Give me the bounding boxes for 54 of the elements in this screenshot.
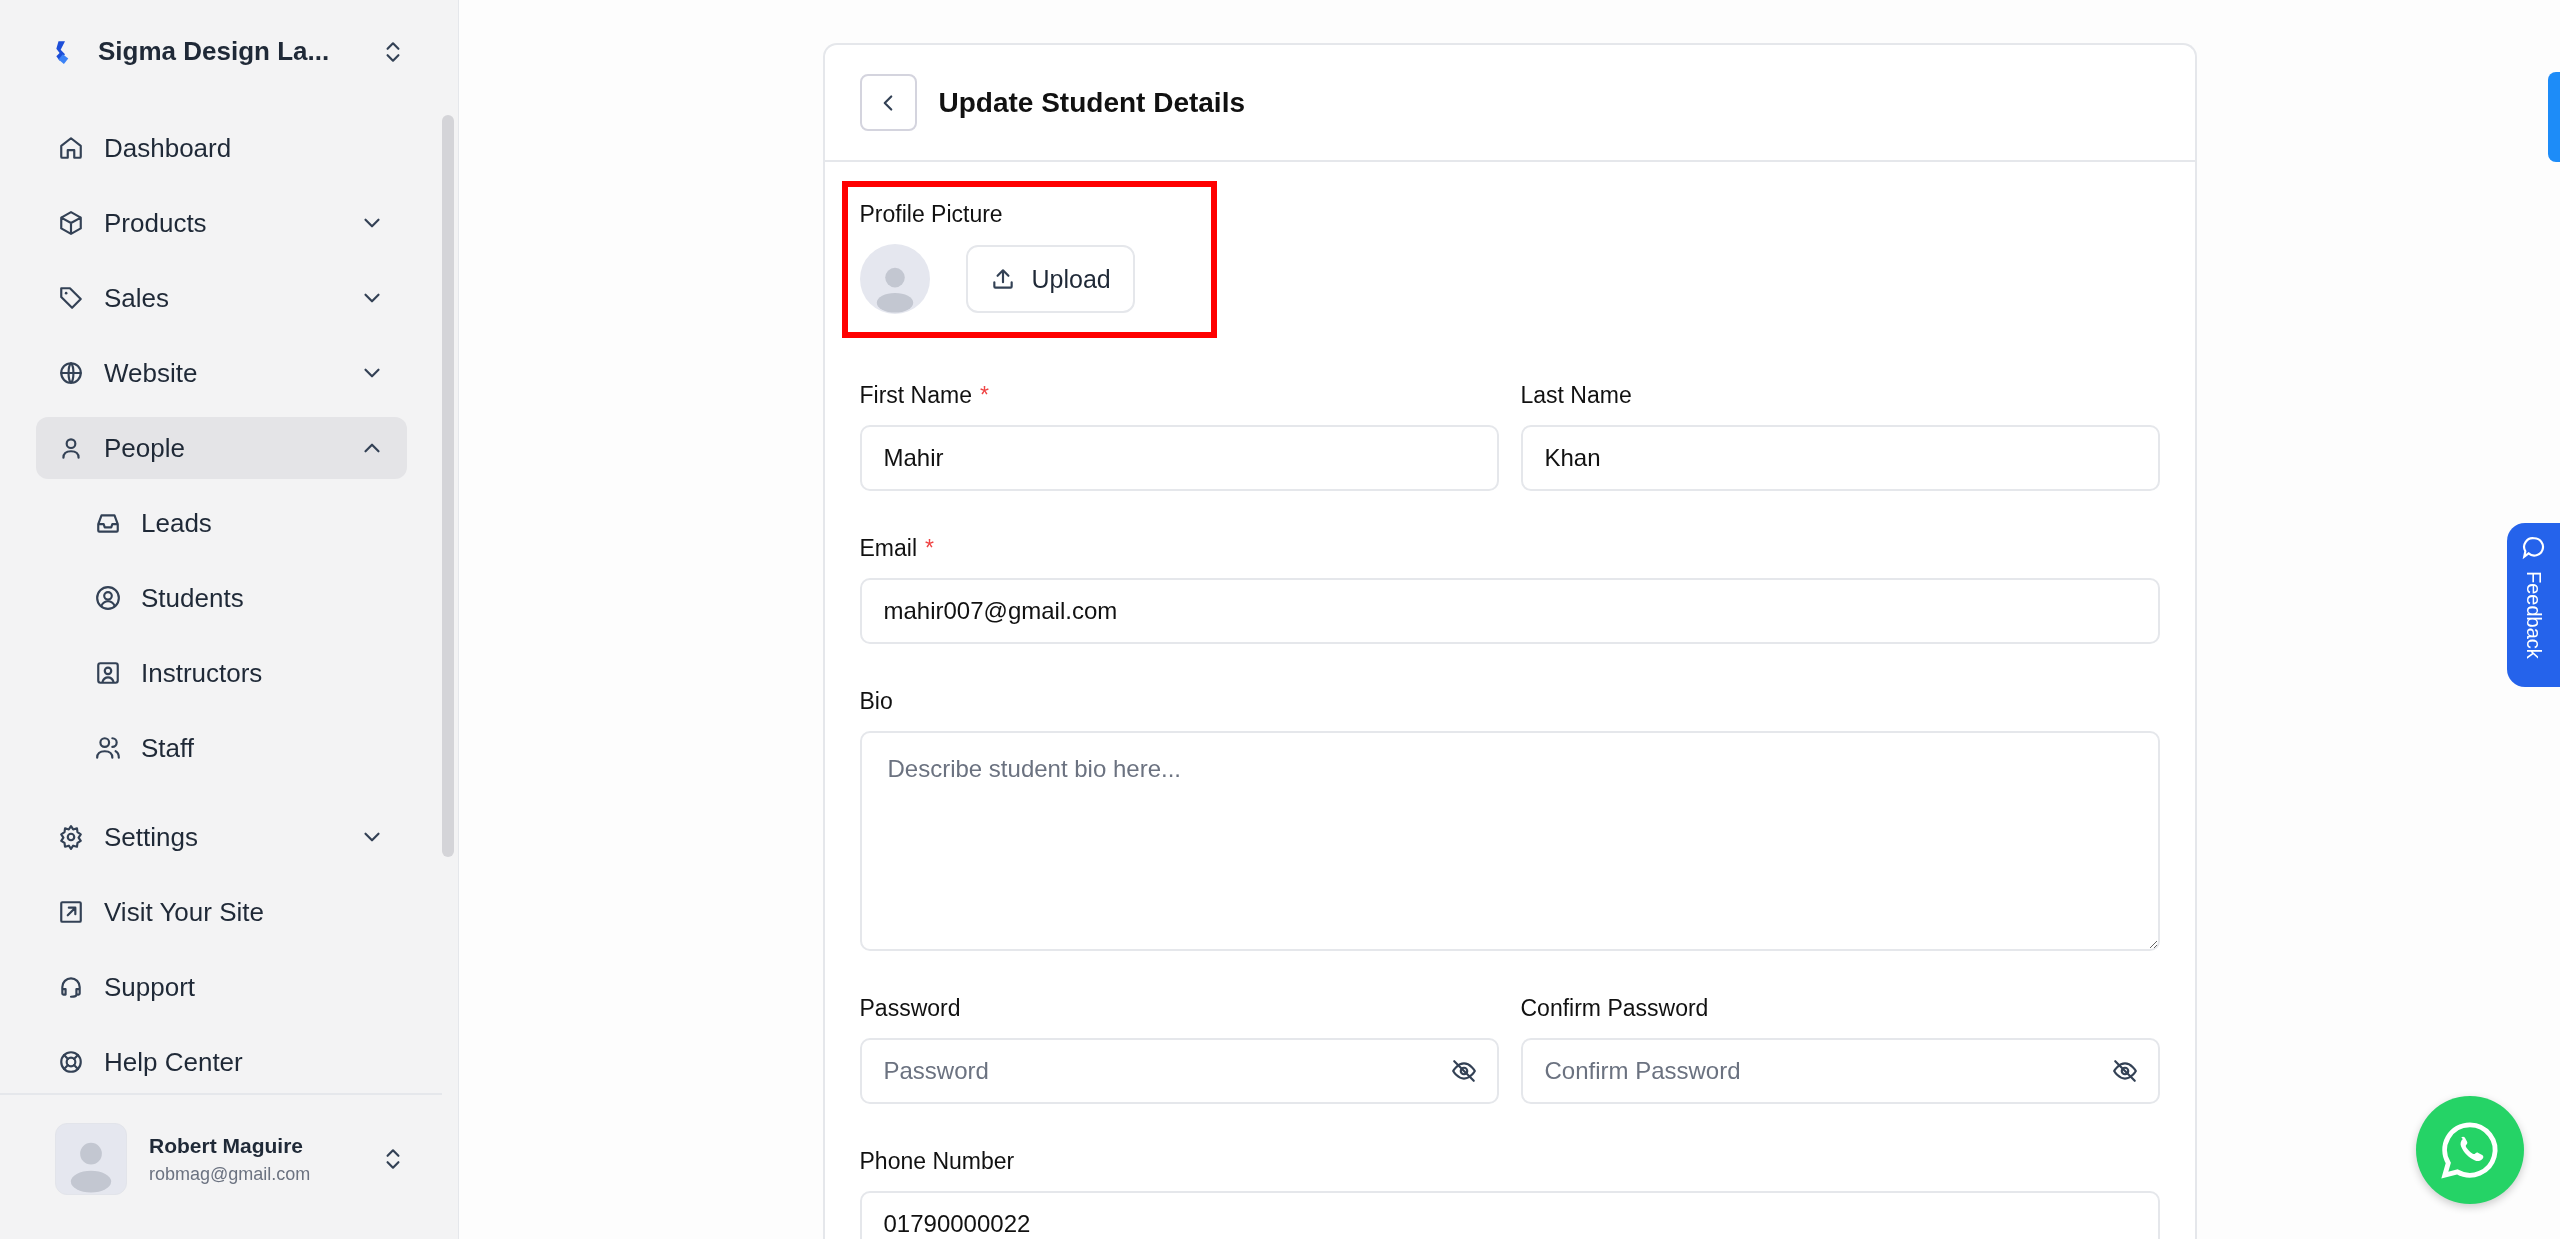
lifebuoy-icon xyxy=(58,1049,84,1075)
tag-icon xyxy=(58,285,84,311)
user-email: robmag@gmail.com xyxy=(149,1163,312,1185)
eye-off-icon xyxy=(1450,1058,1477,1084)
speech-bubble-icon xyxy=(2520,535,2547,561)
sidebar-item[interactable]: Website xyxy=(36,342,407,404)
password-field[interactable]: Password xyxy=(859,1038,1499,1104)
sidebar-item[interactable]: Help Center xyxy=(36,1031,407,1093)
side-tab[interactable] xyxy=(2548,72,2560,162)
external-link-icon xyxy=(58,899,84,925)
input-field[interactable]: Khan xyxy=(1520,425,2160,491)
feedback-tab[interactable]: Feedback xyxy=(2507,523,2560,687)
headset-icon xyxy=(58,974,84,1000)
people-icon xyxy=(95,735,121,761)
home-icon xyxy=(58,135,84,161)
sidebar-item[interactable]: Settings xyxy=(36,806,407,868)
back-button[interactable] xyxy=(859,74,917,131)
eye-off-icon xyxy=(2111,1058,2138,1084)
workspace-name: Sigma Design La... xyxy=(98,36,331,67)
input-field[interactable]: 01790000022 xyxy=(859,1191,2160,1239)
sidebar-subitem[interactable]: Instructors xyxy=(36,642,407,704)
phone-bubble-icon xyxy=(2439,1119,2501,1181)
sidebar-item[interactable]: Visit Your Site xyxy=(36,881,407,943)
gear-icon xyxy=(58,824,84,850)
bio-field[interactable]: Describe student bio here... xyxy=(859,731,2160,951)
field-label: First Name xyxy=(859,382,972,409)
sidebar-item[interactable]: Sales xyxy=(36,267,407,329)
sidebar-item[interactable]: Products xyxy=(36,192,407,254)
field-label: Last Name xyxy=(1520,382,1632,409)
box-icon xyxy=(58,210,84,236)
field-label: Email xyxy=(859,535,917,562)
id-card-icon xyxy=(95,660,121,686)
field-label: Bio xyxy=(859,688,893,715)
upload-button[interactable]: Upload xyxy=(965,245,1135,313)
input-field[interactable]: Mahir xyxy=(859,425,1499,491)
field-label: Password xyxy=(859,995,961,1022)
chat-button[interactable] xyxy=(2416,1096,2524,1204)
sidebar-item[interactable]: Support xyxy=(36,956,407,1018)
sidebar-subitem[interactable]: Leads xyxy=(36,492,407,554)
user-circle-icon xyxy=(95,585,121,611)
globe-icon xyxy=(58,360,84,386)
sidebar-item[interactable]: Dashboard xyxy=(36,117,407,179)
required-mark: * xyxy=(979,382,989,409)
sidebar-subitem[interactable]: Students xyxy=(36,567,407,629)
field-label: Phone Number xyxy=(859,1148,1015,1175)
sidebar-subitem[interactable]: Staff xyxy=(36,717,407,779)
page-title: Update Student Details xyxy=(938,86,1245,119)
required-mark: * xyxy=(925,535,934,562)
input-field[interactable]: mahir007@gmail.com xyxy=(859,578,2160,644)
user-name: Robert Maguire xyxy=(149,1133,304,1158)
field-label: Confirm Password xyxy=(1520,995,1709,1022)
field-label: Profile Picture xyxy=(859,201,1004,228)
password-field[interactable]: Confirm Password xyxy=(1520,1038,2160,1104)
sidebar-item[interactable]: People xyxy=(36,417,407,479)
